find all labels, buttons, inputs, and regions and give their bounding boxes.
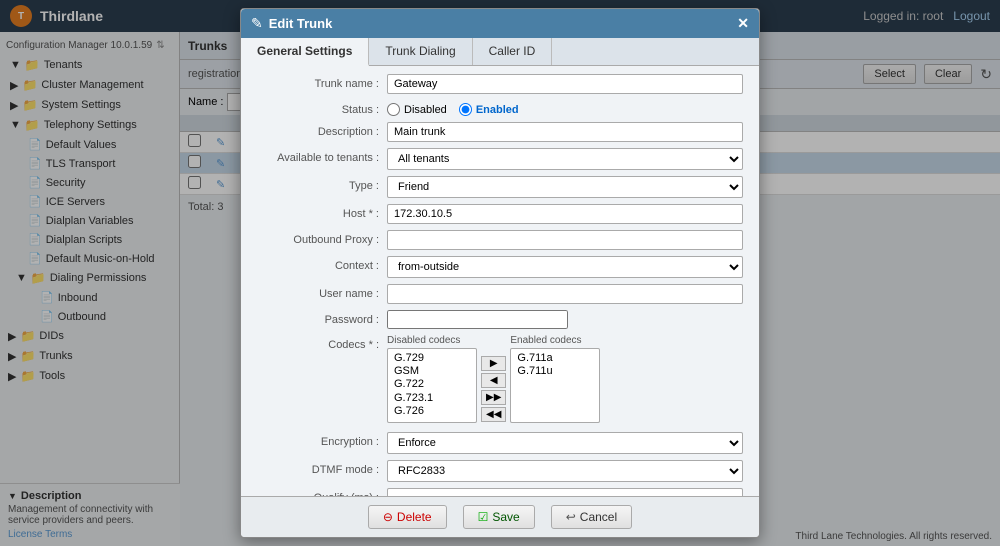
context-label: Context :: [257, 256, 387, 272]
tab-general-settings[interactable]: General Settings: [241, 38, 369, 66]
trunk-name-row: Trunk name :: [257, 74, 743, 94]
trunk-name-input[interactable]: [387, 74, 743, 94]
outbound-proxy-input[interactable]: [387, 230, 743, 250]
move-all-left-button[interactable]: ◀◀: [481, 407, 506, 422]
username-label: User name :: [257, 284, 387, 300]
modal-cancel-button[interactable]: ↩ Cancel: [551, 505, 632, 529]
username-input[interactable]: [387, 284, 743, 304]
dtmf-row: DTMF mode : RFC2833 inband info auto: [257, 460, 743, 482]
modal-cancel-icon: ↩: [566, 510, 576, 524]
available-tenants-select[interactable]: All tenants: [387, 148, 743, 170]
modal-titlebar: ✎ Edit Trunk ✕: [241, 9, 759, 38]
status-enabled-radio[interactable]: [459, 103, 472, 116]
qualify-row: Qualify (ms) : no yes 500: [257, 488, 743, 496]
type-row: Type : Friend: [257, 176, 743, 198]
modal-tabs: General Settings Trunk Dialing Caller ID: [241, 38, 759, 66]
tab-caller-id[interactable]: Caller ID: [473, 38, 553, 65]
disabled-codec-g729[interactable]: G.729: [394, 352, 470, 365]
disabled-codec-g722[interactable]: G.722: [394, 378, 470, 391]
status-disabled-option[interactable]: Disabled: [387, 103, 447, 116]
tab-trunk-dialing[interactable]: Trunk Dialing: [369, 38, 472, 65]
outbound-proxy-label: Outbound Proxy :: [257, 230, 387, 246]
status-disabled-label: Disabled: [404, 104, 447, 116]
encryption-select[interactable]: Enforce No Yes Best effort: [387, 432, 743, 454]
description-input[interactable]: [387, 122, 743, 142]
qualify-label: Qualify (ms) :: [257, 488, 387, 496]
move-left-button[interactable]: ◀: [481, 373, 506, 388]
dtmf-select[interactable]: RFC2833 inband info auto: [387, 460, 743, 482]
encryption-label: Encryption :: [257, 432, 387, 448]
modal-delete-label: Delete: [397, 510, 432, 524]
codecs-row: Codecs * : Disabled codecs G.729 GSM G.7…: [257, 335, 743, 426]
available-tenants-row: Available to tenants : All tenants: [257, 148, 743, 170]
trunk-name-label: Trunk name :: [257, 74, 387, 90]
modal-overlay: ✎ Edit Trunk ✕ General Settings Trunk Di…: [0, 0, 1000, 546]
modal-delete-icon: ⊖: [383, 510, 393, 524]
disabled-codec-g7231[interactable]: G.723.1: [394, 392, 470, 405]
password-label: Password :: [257, 310, 387, 326]
encryption-row: Encryption : Enforce No Yes Best effort: [257, 432, 743, 454]
disabled-codec-g726[interactable]: G.726: [394, 405, 470, 418]
modal-save-label: Save: [492, 510, 519, 524]
context-select[interactable]: from-outside: [387, 256, 743, 278]
enabled-codecs-list[interactable]: G.711a G.711u: [510, 348, 600, 423]
modal-delete-button[interactable]: ⊖ Delete: [368, 505, 447, 529]
modal-body: Trunk name : Status : Disabled: [241, 66, 759, 496]
password-input[interactable]: [387, 310, 568, 329]
move-right-button[interactable]: ▶: [481, 356, 506, 371]
enabled-codec-g711u[interactable]: G.711u: [517, 365, 593, 378]
modal-save-button[interactable]: ☑ Save: [463, 505, 535, 529]
status-row: Status : Disabled Enabled: [257, 100, 743, 116]
modal-save-icon: ☑: [478, 510, 489, 524]
modal-edit-icon: ✎: [251, 15, 263, 32]
description-label: Description :: [257, 122, 387, 138]
disabled-codecs-list[interactable]: G.729 GSM G.722 G.723.1 G.726: [387, 348, 477, 423]
dtmf-label: DTMF mode :: [257, 460, 387, 476]
available-tenants-label: Available to tenants :: [257, 148, 387, 164]
edit-trunk-modal: ✎ Edit Trunk ✕ General Settings Trunk Di…: [240, 8, 760, 538]
status-radio-group: Disabled Enabled: [387, 100, 743, 116]
context-row: Context : from-outside: [257, 256, 743, 278]
status-enabled-label: Enabled: [476, 104, 519, 116]
type-label: Type :: [257, 176, 387, 192]
enabled-codecs-header: Enabled codecs: [510, 335, 600, 346]
enabled-codec-g711a[interactable]: G.711a: [517, 352, 593, 365]
qualify-select[interactable]: no yes 500: [387, 488, 743, 496]
disabled-codecs-header: Disabled codecs: [387, 335, 477, 346]
host-row: Host * :: [257, 204, 743, 224]
status-label: Status :: [257, 100, 387, 116]
host-label: Host * :: [257, 204, 387, 220]
outbound-proxy-row: Outbound Proxy :: [257, 230, 743, 250]
modal-title: Edit Trunk: [269, 16, 333, 31]
host-input[interactable]: [387, 204, 743, 224]
password-row: Password :: [257, 310, 743, 329]
description-row: Description :: [257, 122, 743, 142]
status-enabled-option[interactable]: Enabled: [459, 103, 519, 116]
status-disabled-radio[interactable]: [387, 103, 400, 116]
modal-close-button[interactable]: ✕: [737, 15, 749, 32]
codecs-label: Codecs * :: [257, 335, 387, 351]
type-select[interactable]: Friend: [387, 176, 743, 198]
modal-titlebar-left: ✎ Edit Trunk: [251, 15, 332, 32]
modal-footer: ⊖ Delete ☑ Save ↩ Cancel: [241, 496, 759, 537]
move-all-right-button[interactable]: ▶▶: [481, 390, 506, 405]
username-row: User name :: [257, 284, 743, 304]
modal-cancel-label: Cancel: [580, 510, 617, 524]
disabled-codec-gsm[interactable]: GSM: [394, 365, 470, 378]
